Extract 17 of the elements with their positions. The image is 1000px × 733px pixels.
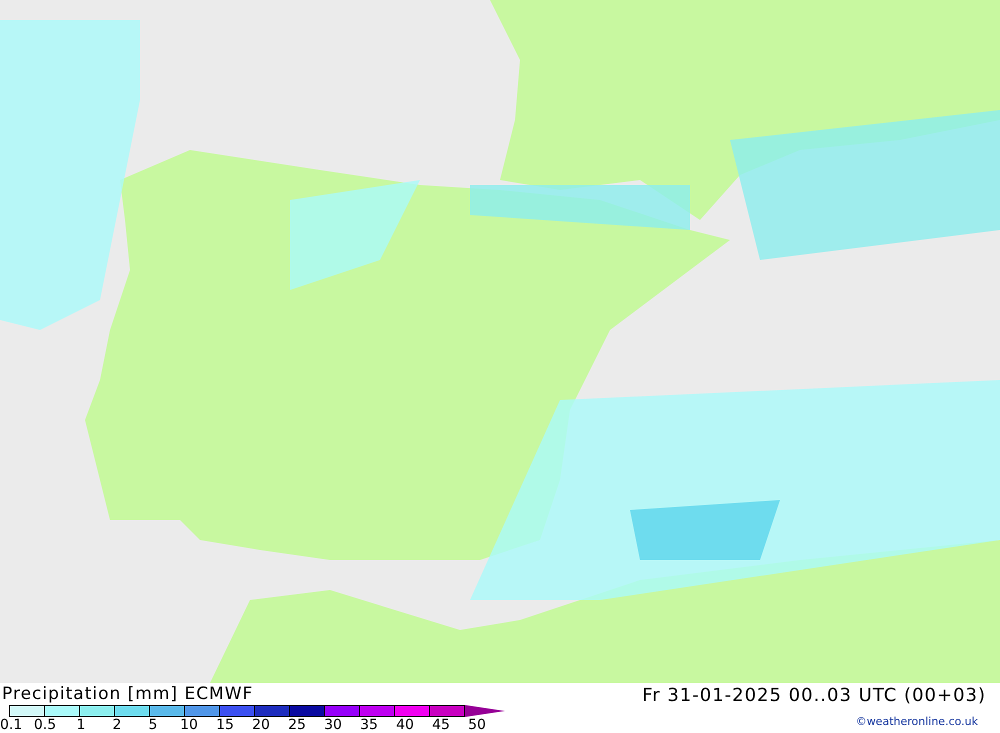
credit-link[interactable]: ©weatheronline.co.uk bbox=[856, 709, 986, 728]
legend-label: 1 bbox=[76, 717, 86, 733]
legend-label: 35 bbox=[359, 717, 379, 733]
legend-label: 5 bbox=[148, 717, 158, 733]
legend-label: 25 bbox=[287, 717, 307, 733]
legend-label: 40 bbox=[395, 717, 415, 733]
map-title: Precipitation [mm] ECMWF bbox=[1, 683, 254, 705]
legend-label: 0.5 bbox=[32, 717, 58, 733]
legend-label: 30 bbox=[323, 717, 343, 733]
legend-label: 10 bbox=[179, 717, 199, 733]
legend-label: 2 bbox=[112, 717, 122, 733]
legend-label: 50 bbox=[467, 717, 487, 733]
legend-label: 45 bbox=[431, 717, 451, 733]
legend-label: 0.1 bbox=[0, 717, 24, 733]
legend-label: 20 bbox=[251, 717, 271, 733]
legend-label: 15 bbox=[215, 717, 235, 733]
valid-time: Fr 31-01-2025 00..03 UTC (00+03) bbox=[642, 684, 986, 708]
